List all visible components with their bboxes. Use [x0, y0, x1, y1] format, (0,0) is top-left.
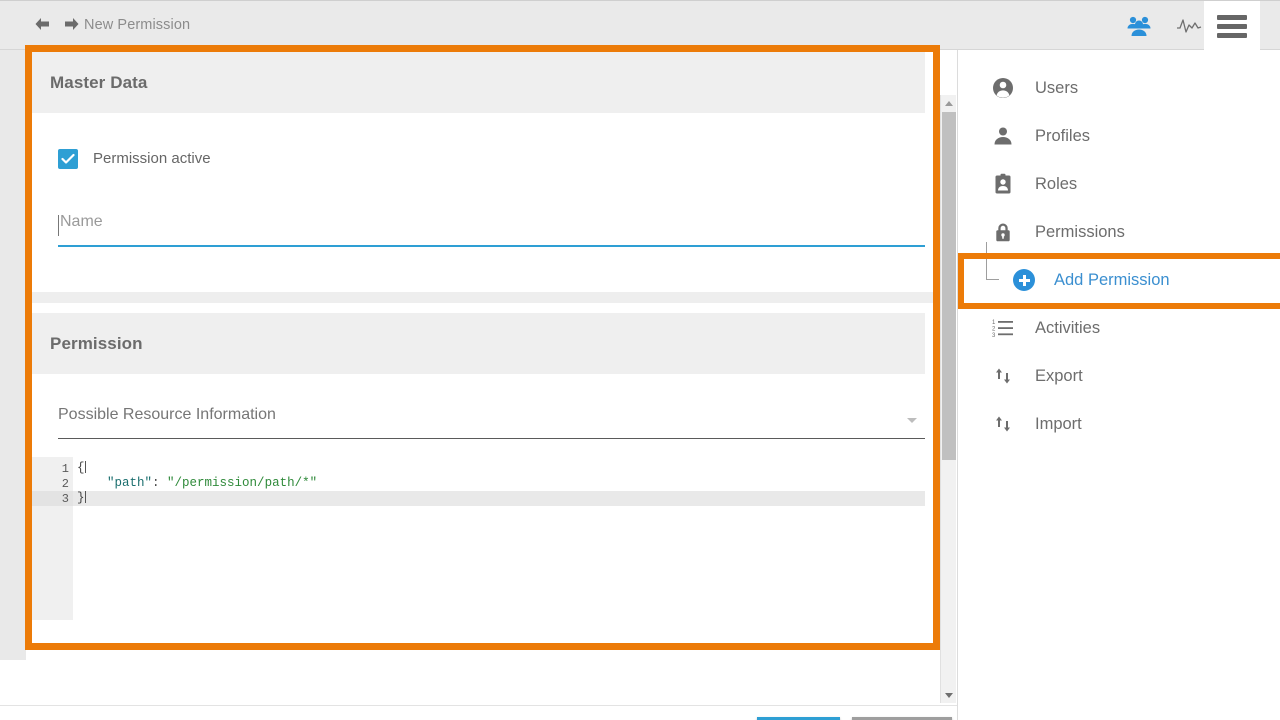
permission-card: Permission Possible Resource Information… [32, 313, 925, 642]
sidebar-item-export[interactable]: Export [958, 352, 1280, 400]
svg-text:2: 2 [992, 327, 996, 333]
code-token-brace-close: } [77, 491, 85, 505]
sidebar-item-roles[interactable]: Roles [958, 160, 1280, 208]
permission-body: Possible Resource Information 1 2 3 {"p… [32, 406, 925, 642]
code-line[interactable]: } [73, 491, 925, 506]
tree-connector [986, 242, 999, 280]
form-scroll-area: Master Data Permission active Name Permi… [32, 52, 933, 643]
line-number-text: 2 [61, 476, 69, 491]
right-navigation-menu: Users Profiles Roles Permissions Add Per… [957, 50, 1280, 720]
code-token-brace-open: { [77, 461, 85, 475]
sidebar-item-label: Permissions [1035, 222, 1125, 241]
sidebar-item-label: Add Permission [1054, 270, 1170, 289]
permission-title: Permission [50, 333, 143, 353]
up-down-arrows-icon [990, 363, 1016, 389]
resource-information-placeholder: Possible Resource Information [58, 406, 276, 423]
editor-bottom-pad [32, 620, 925, 642]
editor-code-area[interactable]: { "path": "/permission/path/*" } [73, 457, 925, 620]
id-badge-icon [990, 171, 1016, 197]
permission-header: Permission [32, 313, 925, 374]
sidebar-item-activities[interactable]: 1 2 3 Activities [958, 304, 1280, 352]
back-arrow-icon[interactable] [33, 15, 51, 33]
name-input[interactable]: Name [58, 213, 925, 247]
code-line[interactable]: { [73, 461, 925, 476]
numbered-list-icon: 1 2 3 [990, 315, 1016, 341]
topbar-icon-group [1126, 1, 1202, 51]
breadcrumb-title: New Permission [84, 17, 191, 33]
card-separator-white [32, 303, 933, 313]
sidebar-item-label: Profiles [1035, 126, 1091, 145]
line-number-text: 1 [61, 461, 69, 476]
plus-circle-icon [1011, 267, 1037, 293]
scrollbar-thumb[interactable] [942, 112, 956, 460]
sidebar-item-permissions[interactable]: Permissions [958, 208, 1280, 256]
form-scrollbar[interactable] [940, 95, 956, 703]
permission-active-checkbox[interactable] [58, 148, 78, 169]
sidebar-item-add-permission[interactable]: Add Permission [958, 242, 1280, 304]
sidebar-item-label: Roles [1035, 174, 1078, 193]
up-down-arrows-icon [990, 411, 1016, 437]
permission-active-row[interactable]: Permission active [32, 113, 925, 175]
code-token-key: "path" [107, 476, 153, 490]
sidebar-item-label: Export [1035, 366, 1083, 385]
master-data-body: Permission active Name [32, 113, 925, 292]
code-token-string: "/permission/path/*" [167, 476, 318, 490]
user-icon [990, 123, 1016, 149]
form-footer: SAVE CANCEL [0, 705, 960, 720]
master-data-title: Master Data [50, 72, 148, 92]
group-users-icon[interactable] [1126, 15, 1152, 37]
user-circle-icon [990, 75, 1016, 101]
sidebar-item-import[interactable]: Import [958, 400, 1280, 448]
form-page: Master Data Permission active Name Permi… [0, 45, 960, 720]
line-number[interactable]: 2 [32, 476, 73, 491]
chevron-down-icon[interactable] [907, 418, 917, 423]
sidebar-item-label: Users [1035, 78, 1079, 97]
scroll-up-arrow-icon[interactable] [941, 95, 957, 111]
top-bar: New Permission [0, 0, 1280, 51]
line-number[interactable]: 1 [32, 461, 82, 476]
sidebar-item-profiles[interactable]: Profiles [958, 112, 1280, 160]
code-token-colon: : [152, 476, 168, 490]
line-number[interactable]: 3 [32, 491, 73, 506]
activity-pulse-icon[interactable] [1176, 17, 1202, 35]
code-caret [84, 491, 86, 503]
code-caret [84, 461, 86, 473]
card-separator [32, 292, 933, 303]
resource-information-select[interactable]: Possible Resource Information [58, 406, 925, 439]
hamburger-menu-button[interactable] [1204, 1, 1260, 51]
permission-active-label: Permission active [93, 150, 211, 167]
application-window: New Permission Master Data Permission ac… [0, 0, 1280, 720]
line-number-text: 3 [61, 491, 69, 506]
code-line[interactable]: "path": "/permission/path/*" [73, 476, 925, 491]
sidebar-item-label: Import [1035, 414, 1082, 433]
hamburger-menu-icon [1217, 11, 1247, 42]
master-data-card: Master Data Permission active Name [32, 52, 925, 292]
left-gutter [0, 50, 26, 660]
svg-text:1: 1 [992, 320, 996, 326]
svg-text:3: 3 [992, 333, 996, 339]
name-underline-focused [58, 245, 925, 247]
navigation-arrows [33, 15, 81, 33]
forward-arrow-icon[interactable] [63, 15, 81, 33]
json-code-editor[interactable]: 1 2 3 { "path": "/permission/path/*"} [32, 457, 925, 620]
sidebar-item-label: Activities [1035, 318, 1101, 337]
master-data-header: Master Data [32, 52, 925, 113]
text-caret [58, 215, 59, 236]
editor-gutter: 1 2 3 [32, 457, 82, 620]
sidebar-item-users[interactable]: Users [958, 64, 1280, 112]
name-placeholder: Name [60, 213, 103, 230]
select-underline [58, 438, 925, 439]
scroll-down-arrow-icon[interactable] [941, 687, 957, 703]
